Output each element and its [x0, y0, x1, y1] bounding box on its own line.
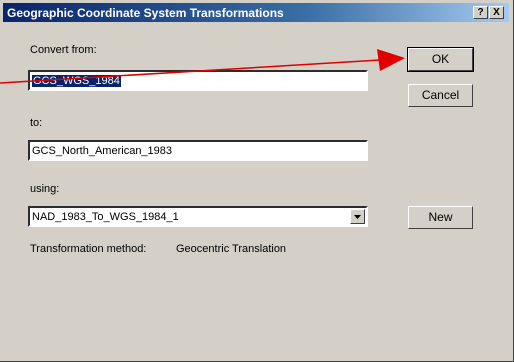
- annotation-arrow-icon: [0, 49, 405, 84]
